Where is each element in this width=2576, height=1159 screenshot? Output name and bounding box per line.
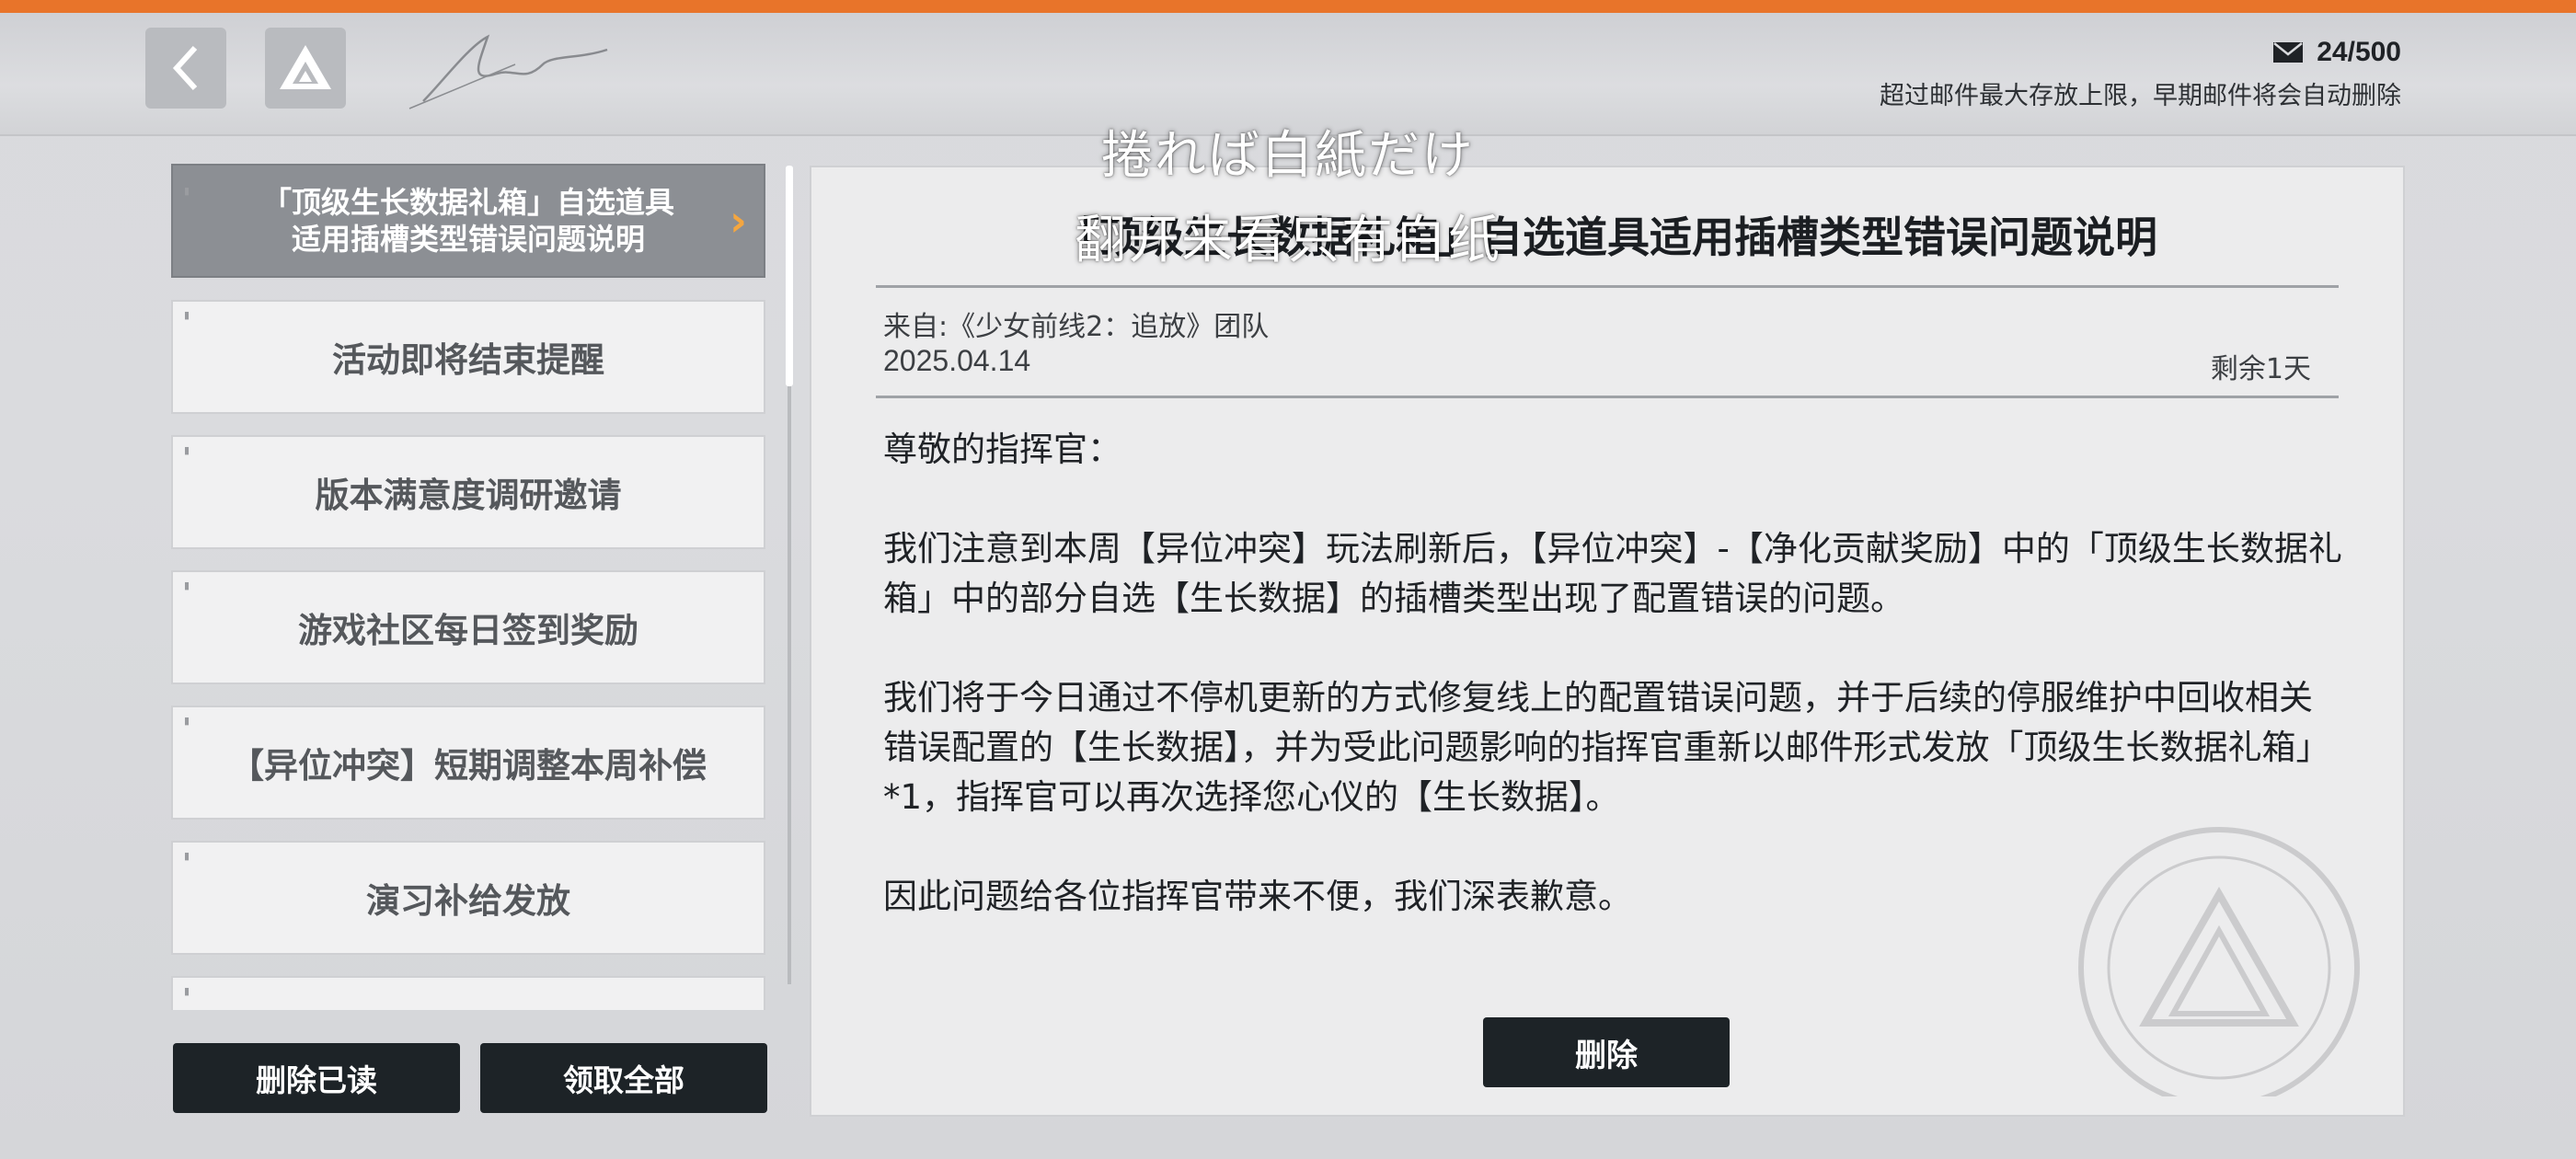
mail-list-item-partial[interactable]: ▮ <box>171 976 765 1010</box>
mail-count-value: 24/500 <box>2317 37 2401 67</box>
claim-all-button[interactable]: 领取全部 <box>480 1043 767 1113</box>
mail-paragraph: 因此问题给各位指挥官带来不便，我们深表歉意。 <box>883 877 1632 916</box>
mail-list-item[interactable]: ▮ 活动即将结束提醒 <box>171 300 765 414</box>
mail-date: 2025.04.14 <box>883 344 1031 377</box>
mail-list: ▮ 「顶级生长数据礼箱」自选道具 适用插槽类型错误问题说明 › ▮ 活动即将结束… <box>171 164 769 1010</box>
subtitle-line-japanese: 捲れば白紙だけ <box>1101 126 1475 186</box>
mail-paragraph: 我们注意到本周【异位冲突】玩法刷新后，【异位冲突】-【净化贡献奖励】中的「顶级生… <box>883 529 2342 618</box>
mail-count: 24/500 <box>2272 37 2401 68</box>
mail-paragraph: 我们将于今日通过不停机更新的方式修复线上的配置错误问题，并于后续的停服维护中回收… <box>883 678 2330 817</box>
mail-limit-note: 超过邮件最大存放上限，早期邮件将会自动删除 <box>1880 82 2401 110</box>
mail-list-item-title: 演习补给发放 <box>366 881 570 921</box>
delete-button[interactable]: 删除 <box>1483 1017 1730 1087</box>
item-tag: ▮ <box>184 985 190 997</box>
triangle-logo-icon <box>280 45 331 89</box>
mail-list-item[interactable]: ▮ 游戏社区每日签到奖励 <box>171 570 765 684</box>
mail-detail-panel: 「顶级生长数据礼箱」自选道具适用插槽类型错误问题说明 来自:《少女前线2：追放》… <box>810 166 2405 1117</box>
mail-sender: 来自:《少女前线2：追放》团队 <box>883 311 1270 343</box>
delete-read-button[interactable]: 删除已读 <box>173 1043 460 1113</box>
top-accent-stripe <box>0 0 2576 13</box>
divider <box>876 396 2339 398</box>
subtitle-line-chinese: 翻开来看只有白纸 <box>1075 211 1501 270</box>
signature-decoration <box>408 34 608 109</box>
item-tag: ▮ <box>184 580 190 591</box>
home-button[interactable] <box>265 28 346 109</box>
mail-greeting: 尊敬的指挥官： <box>883 430 1121 469</box>
item-tag: ▮ <box>184 309 190 321</box>
mail-list-item-title: 游戏社区每日签到奖励 <box>298 611 638 650</box>
mail-list-item[interactable]: ▮ 演习补给发放 <box>171 841 765 955</box>
divider <box>876 285 2339 288</box>
footer-decoration <box>0 1137 2576 1159</box>
mail-list-item-title: 活动即将结束提醒 <box>332 340 604 380</box>
mail-list-item-title: 版本满意度调研邀请 <box>315 476 622 515</box>
mail-list-item-title: 【异位冲突】短期调整本周补偿 <box>230 746 707 786</box>
mail-remaining-time: 剩余1天 <box>2210 353 2311 385</box>
chevron-left-icon <box>172 45 198 91</box>
mail-list-item[interactable]: ▮ 版本满意度调研邀请 <box>171 435 765 549</box>
item-tag: ▮ <box>184 444 190 456</box>
mail-body: 尊敬的指挥官： 我们注意到本周【异位冲突】玩法刷新后，【异位冲突】-【净化贡献奖… <box>883 425 2346 971</box>
envelope-icon <box>2273 42 2304 63</box>
item-tag: ▮ <box>184 850 190 862</box>
item-tag: ▮ <box>184 715 190 727</box>
mail-list-item[interactable]: ▮ 【异位冲突】短期调整本周补偿 <box>171 706 765 820</box>
back-button[interactable] <box>145 28 226 109</box>
